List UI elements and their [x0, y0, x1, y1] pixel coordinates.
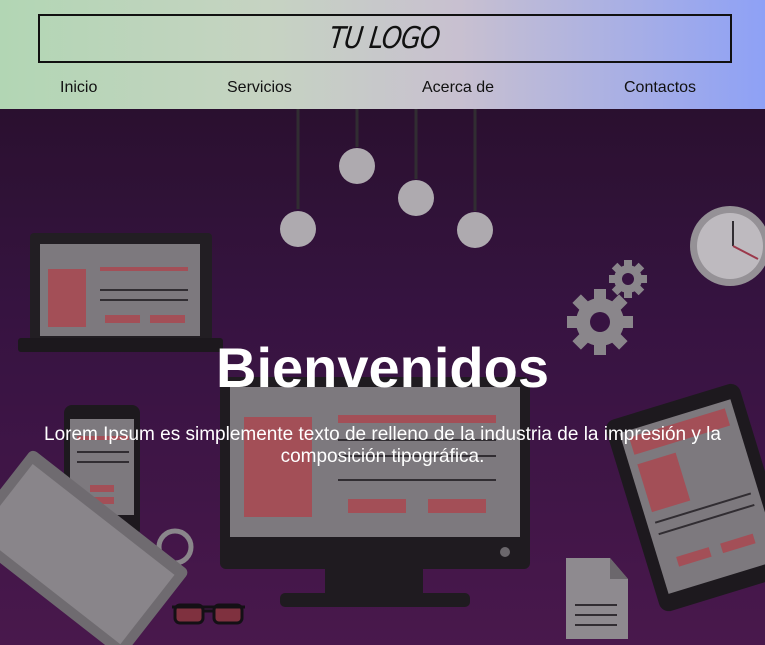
site-header: TU LOGO Inicio Servicios Acerca de Conta… — [0, 0, 765, 109]
nav-link-inicio[interactable]: Inicio — [60, 79, 97, 97]
hero-description: Lorem Ipsum es simplemente texto de rell… — [44, 424, 721, 467]
nav-link-acerca-de[interactable]: Acerca de — [422, 79, 494, 97]
nav-link-contactos[interactable]: Contactos — [624, 79, 696, 97]
main-nav: Inicio Servicios Acerca de Contactos — [0, 79, 765, 99]
nav-link-servicios[interactable]: Servicios — [227, 79, 292, 97]
logo-box[interactable]: TU LOGO — [38, 14, 732, 63]
hero-title: Bienvenidos — [216, 336, 549, 399]
hero-section: Bienvenidos Lorem Ipsum es simplemente t… — [0, 109, 765, 645]
logo-text: TU LOGO — [328, 21, 442, 56]
